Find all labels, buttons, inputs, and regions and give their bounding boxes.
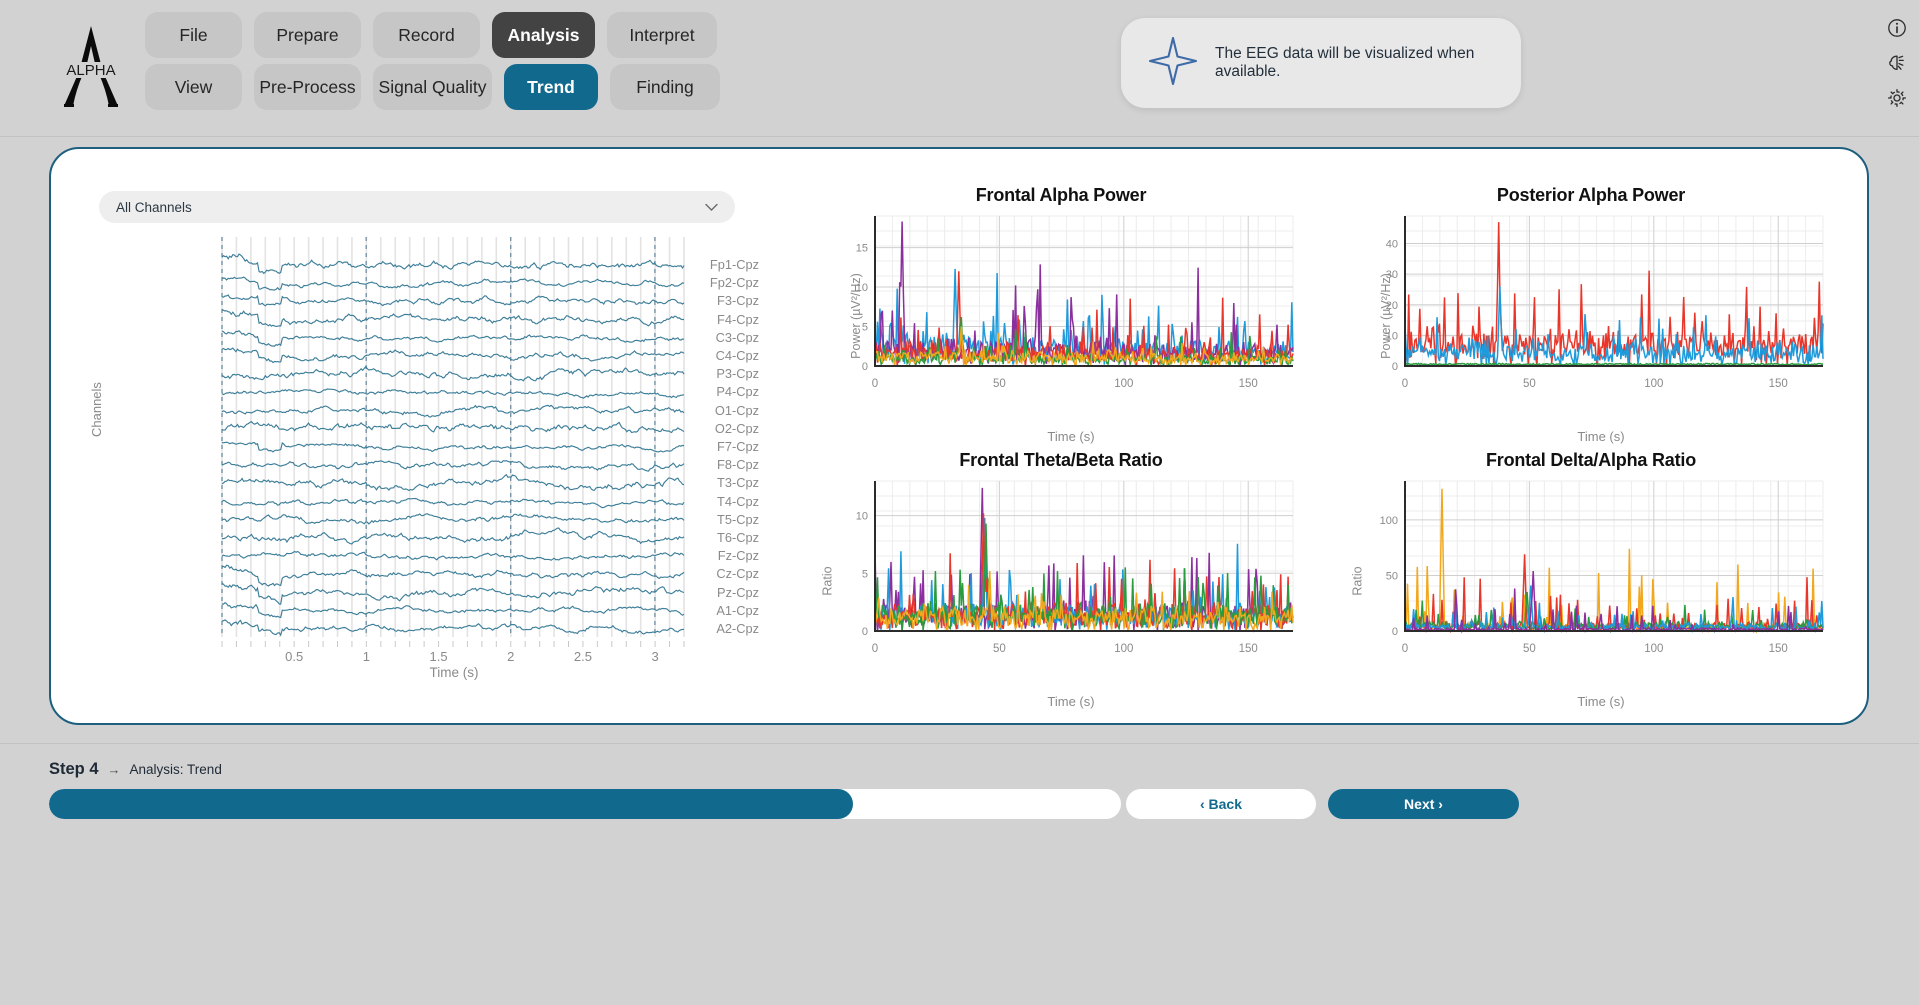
breadcrumb: Step 4 → Analysis: Trend (49, 760, 222, 779)
analysis-trend-card: All Channels Channels Fp1-CpzFp2-CpzF3-C… (49, 147, 1869, 725)
chart-canvas: 0 10 20 30 40 0 50 100 150 (1371, 210, 1831, 400)
eeg-x-tick: 2 (507, 649, 514, 664)
nav-analysis[interactable]: Analysis (492, 12, 595, 58)
step-label: Step 4 (49, 760, 99, 779)
trend-charts-grid: Frontal Alpha Power Power (µV²/Hz) 05101… (811, 185, 1841, 695)
chart-x-tick: 0 (872, 378, 878, 390)
chart-y-tick: 20 (1386, 300, 1398, 312)
utility-icon-bar (1886, 17, 1908, 109)
step-sublabel: Analysis: Trend (130, 762, 222, 777)
chart-x-axis-label: Time (s) (1371, 429, 1831, 444)
chart-x-tick: 0 (1402, 643, 1408, 655)
arrow-right-icon: → (108, 762, 121, 777)
eeg-x-tick: 0.5 (285, 649, 303, 664)
chart-posterior-alpha-power: Posterior Alpha Power Power (µV²/Hz) 010… (1341, 185, 1841, 430)
eeg-x-tick: 1 (363, 649, 370, 664)
eeg-plot-area: Channels Fp1-CpzFp2-CpzF3-CpzF4-CpzC3-Cp… (99, 237, 759, 697)
back-button[interactable]: ‹ Back (1126, 789, 1316, 819)
gear-icon[interactable] (1886, 87, 1908, 109)
nav-file[interactable]: File (145, 12, 242, 58)
chart-y-tick: 15 (856, 243, 868, 255)
chart-y-tick: 10 (1386, 330, 1398, 342)
nav-record[interactable]: Record (373, 12, 480, 58)
nav-finding[interactable]: Finding (610, 64, 720, 110)
chart-x-tick: 100 (1114, 378, 1133, 390)
chart-x-tick: 0 (1402, 378, 1408, 390)
chart-x-axis-label: Time (s) (841, 429, 1301, 444)
chart-frontal-delta-alpha-ratio: Frontal Delta/Alpha Ratio Ratio 0 50 100 0 5… (1341, 450, 1841, 695)
info-icon[interactable] (1886, 17, 1908, 39)
chart-x-axis-label: Time (s) (841, 694, 1301, 709)
chart-y-tick: 50 (1386, 570, 1398, 582)
main-navigation: File Prepare Record Analysis Interpret V… (145, 12, 720, 116)
chart-y-tick: 5 (862, 322, 868, 334)
sparkle-icon (1147, 35, 1199, 92)
chart-x-tick: 50 (1523, 643, 1536, 655)
nav-view[interactable]: View (145, 64, 242, 110)
nav-signal-quality[interactable]: Signal Quality (373, 64, 492, 110)
chart-y-tick: 0 (862, 361, 868, 373)
progress-bar (49, 789, 1121, 819)
chart-y-tick: 0 (1392, 626, 1398, 638)
next-button[interactable]: Next › (1328, 789, 1519, 819)
chart-y-axis-label: Ratio (821, 566, 835, 595)
eeg-y-axis-label: Channels (89, 382, 104, 437)
chart-x-tick: 100 (1114, 643, 1133, 655)
chart-x-tick: 100 (1644, 378, 1663, 390)
chart-title: Frontal Theta/Beta Ratio (811, 450, 1311, 471)
chart-series-line (1405, 363, 1823, 365)
chart-canvas: 051015050100150 (841, 210, 1301, 400)
chart-title: Posterior Alpha Power (1341, 185, 1841, 206)
chart-x-tick: 150 (1769, 378, 1788, 390)
nav-trend[interactable]: Trend (504, 64, 598, 110)
chevron-down-icon (705, 200, 718, 215)
chart-x-tick: 0 (872, 643, 878, 655)
wizard-footer: Step 4 → Analysis: Trend ‹ Back Next › (0, 743, 1919, 1005)
nav-row-secondary: View Pre-Process Signal Quality Trend Fi… (145, 64, 720, 110)
chart-y-tick: 0 (1392, 361, 1398, 373)
chart-y-tick: 100 (1380, 515, 1398, 527)
nav-interpret[interactable]: Interpret (607, 12, 717, 58)
toast-message: The EEG data will be visualized when ava… (1215, 45, 1521, 81)
brain-icon[interactable] (1886, 52, 1908, 74)
eeg-x-tick: 1.5 (430, 649, 448, 664)
eeg-waveform-panel: All Channels Channels Fp1-CpzFp2-CpzF3-C… (99, 191, 799, 691)
chart-x-tick: 150 (1239, 378, 1258, 390)
chart-y-tick: 10 (856, 282, 868, 294)
chart-x-tick: 150 (1769, 643, 1788, 655)
progress-bar-fill (49, 789, 853, 819)
app-header: ALPHA File Prepare Record Analysis Inter… (0, 0, 1919, 137)
chart-title: Frontal Delta/Alpha Ratio (1341, 450, 1841, 471)
eeg-x-tick: 3 (652, 649, 659, 664)
chart-x-tick: 50 (1523, 378, 1536, 390)
chart-x-tick: 50 (993, 643, 1006, 655)
alpha-logo: ALPHA (50, 22, 132, 110)
chart-y-tick: 40 (1386, 239, 1398, 251)
chart-y-tick: 5 (862, 568, 868, 580)
chart-x-tick: 100 (1644, 643, 1663, 655)
chart-canvas: 0510050100150 (841, 475, 1301, 665)
eeg-x-axis-label: Time (s) (214, 665, 694, 680)
chart-y-tick: 30 (1386, 269, 1398, 281)
eeg-x-tick: 2.5 (574, 649, 592, 664)
nav-row-primary: File Prepare Record Analysis Interpret (145, 12, 720, 58)
chart-canvas: 0 50 100 0 50 100 150 (1371, 475, 1831, 665)
chart-title: Frontal Alpha Power (811, 185, 1311, 206)
channel-select-dropdown[interactable]: All Channels (99, 191, 735, 223)
chart-y-axis-label: Ratio (1351, 566, 1365, 595)
chart-y-tick: 10 (856, 511, 868, 523)
notification-toast: The EEG data will be visualized when ava… (1121, 18, 1521, 108)
chart-y-tick: 0 (862, 626, 868, 638)
nav-prepare[interactable]: Prepare (254, 12, 361, 58)
chart-x-tick: 50 (993, 378, 1006, 390)
chart-frontal-alpha-power: Frontal Alpha Power Power (µV²/Hz) 05101… (811, 185, 1311, 430)
chart-x-axis-label: Time (s) (1371, 694, 1831, 709)
eeg-traces-svg (214, 237, 694, 642)
chart-x-tick: 150 (1239, 643, 1258, 655)
logo-text: ALPHA (66, 62, 115, 79)
channel-select-value: All Channels (116, 200, 192, 215)
chart-frontal-theta-beta-ratio: Frontal Theta/Beta Ratio Ratio 051005010… (811, 450, 1311, 695)
nav-pre-process[interactable]: Pre-Process (254, 64, 361, 110)
